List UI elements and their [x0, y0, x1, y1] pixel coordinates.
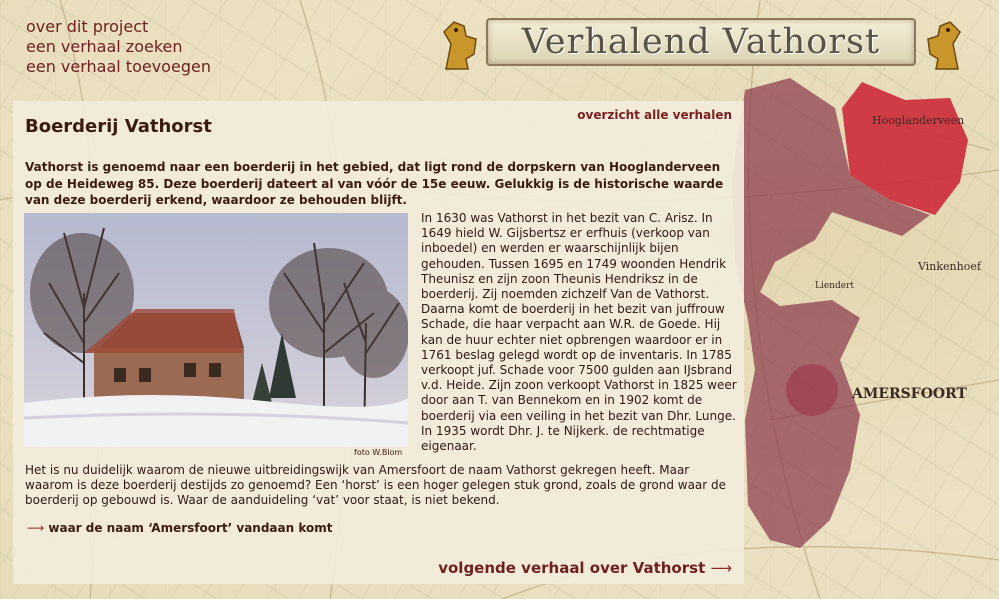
next-story-link[interactable]: volgende verhaal over Vathorst ⟶	[438, 559, 732, 577]
main-nav: over dit project een verhaal zoeken een …	[26, 17, 211, 77]
banner-scroll: Verhalend Vathorst	[486, 18, 916, 66]
page-title: Boerderij Vathorst	[25, 116, 212, 137]
arrow-right-icon: ⟶	[27, 521, 45, 535]
map-label-vinkenhoef: Vinkenhoef	[917, 260, 982, 273]
map-label-liendert: Liendert	[815, 281, 854, 291]
farmhouse-photo	[24, 213, 408, 447]
map-label-amersfoort: AMERSFOORT	[851, 386, 967, 402]
amersfoort-name-link[interactable]: ⟶ waar de naam ‘Amersfoort’ vandaan komt	[27, 521, 332, 535]
arrow-right-icon: ⟶	[710, 559, 732, 577]
story-text: In 1630 was Vathorst in het bezit van C.…	[421, 211, 737, 454]
story-panel: Boerderij Vathorst overzicht alle verhal…	[13, 101, 744, 584]
intro-text: Vathorst is genoemd naar een boerderij i…	[25, 160, 724, 207]
map-label-hooglanderveen: Hooglanderveen	[872, 114, 964, 127]
overview-all-stories-link[interactable]: overzicht alle verhalen	[577, 108, 732, 122]
site-title: Verhalend Vathorst	[521, 22, 881, 62]
next-story-label: volgende verhaal over Vathorst	[438, 559, 706, 577]
nav-verhaal-zoeken[interactable]: een verhaal zoeken	[26, 37, 211, 57]
nav-verhaal-toevoegen[interactable]: een verhaal toevoegen	[26, 57, 211, 77]
site-banner: Verhalend Vathorst	[436, 12, 968, 78]
photo-caption: foto W.Blom	[354, 448, 403, 457]
lion-crest-icon	[927, 21, 961, 70]
nav-over-dit-project[interactable]: over dit project	[26, 17, 211, 37]
lion-crest-icon	[443, 21, 477, 70]
amersfoort-link-label: waar de naam ‘Amersfoort’ vandaan komt	[48, 521, 333, 535]
closing-text: Het is nu duidelijk waarom de nieuwe uit…	[25, 463, 727, 508]
